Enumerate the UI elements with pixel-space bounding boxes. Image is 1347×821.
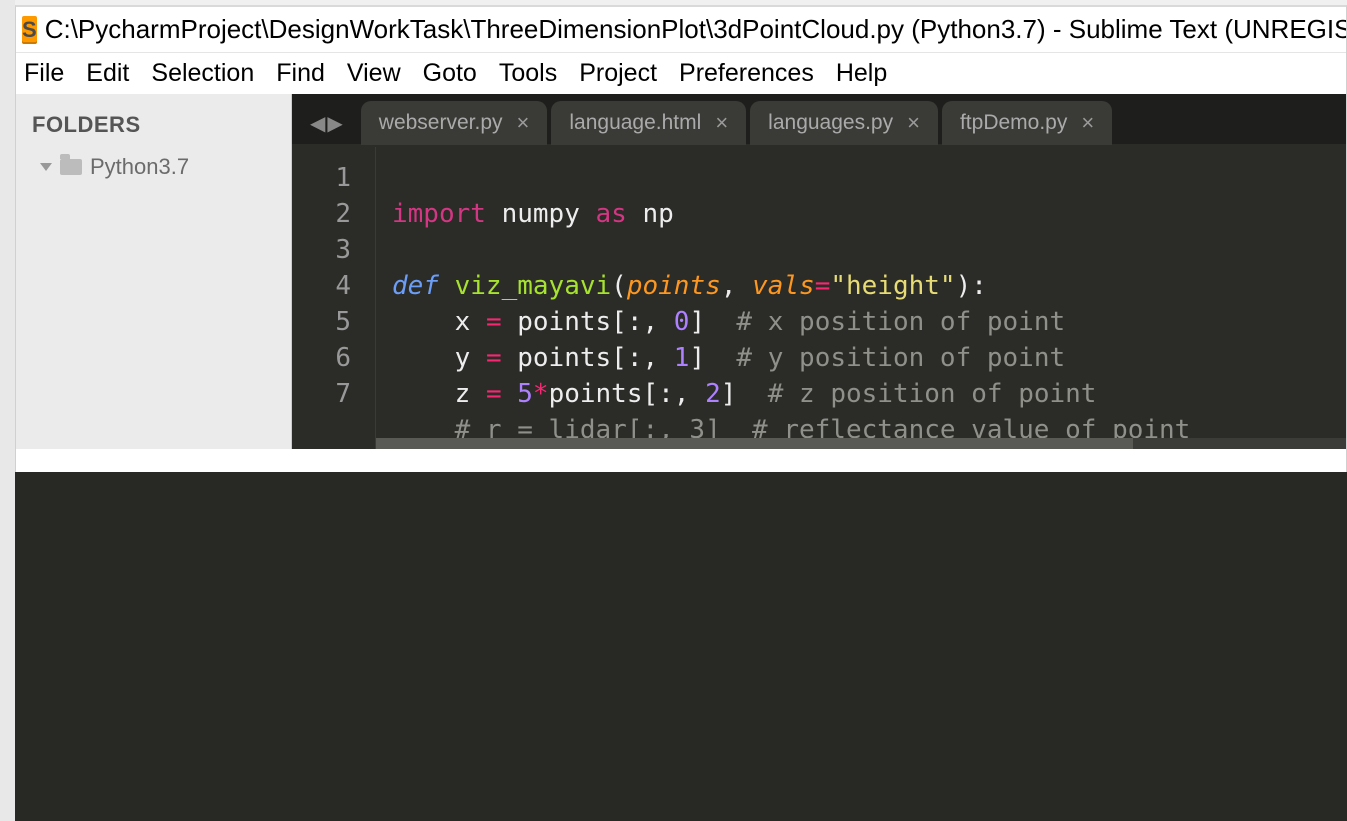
menu-project[interactable]: Project bbox=[579, 59, 657, 88]
folder-icon bbox=[60, 159, 82, 175]
sidebar: FOLDERS Python3.7 bbox=[16, 94, 292, 449]
tab-label: languages.py bbox=[768, 111, 893, 135]
window-title: C:\PycharmProject\DesignWorkTask\ThreeDi… bbox=[45, 14, 1346, 45]
close-icon[interactable]: × bbox=[1081, 110, 1094, 136]
tabbar: ◀ ▶ webserver.py × language.html × langu… bbox=[292, 94, 1346, 144]
menubar: File Edit Selection Find View Goto Tools… bbox=[16, 52, 1346, 94]
tab-label: ftpDemo.py bbox=[960, 111, 1067, 135]
menu-edit[interactable]: Edit bbox=[86, 59, 129, 88]
horizontal-scrollbar[interactable] bbox=[376, 438, 1346, 449]
menu-file[interactable]: File bbox=[24, 59, 64, 88]
menu-help[interactable]: Help bbox=[836, 59, 887, 88]
window-left-edge bbox=[0, 0, 15, 821]
tab-forward-icon[interactable]: ▶ bbox=[327, 111, 342, 136]
code-content[interactable]: import numpy as np def viz_mayavi(points… bbox=[376, 144, 1346, 449]
titlebar[interactable]: S C:\PycharmProject\DesignWorkTask\Three… bbox=[16, 7, 1346, 52]
line-number: 2 bbox=[292, 196, 351, 232]
menu-tools[interactable]: Tools bbox=[499, 59, 557, 88]
tab-label: webserver.py bbox=[379, 111, 503, 135]
gutter: 1 2 3 4 5 6 7 bbox=[292, 144, 376, 449]
line-number: 3 bbox=[292, 232, 351, 268]
menu-goto[interactable]: Goto bbox=[423, 59, 477, 88]
scrollbar-thumb[interactable] bbox=[376, 438, 1133, 449]
line-number: 5 bbox=[292, 304, 351, 340]
close-icon[interactable]: × bbox=[907, 110, 920, 136]
line-number: 6 bbox=[292, 340, 351, 376]
tab-label: language.html bbox=[569, 111, 701, 135]
menu-selection[interactable]: Selection bbox=[151, 59, 254, 88]
workarea: FOLDERS Python3.7 ◀ ▶ webserver.py × lan… bbox=[16, 94, 1346, 449]
tab-languages-py[interactable]: languages.py × bbox=[750, 101, 938, 145]
code-area[interactable]: 1 2 3 4 5 6 7 import numpy as np def viz… bbox=[292, 144, 1346, 449]
menu-view[interactable]: View bbox=[347, 59, 401, 88]
close-icon[interactable]: × bbox=[715, 110, 728, 136]
folder-root[interactable]: Python3.7 bbox=[32, 154, 275, 180]
menu-preferences[interactable]: Preferences bbox=[679, 59, 814, 88]
close-icon[interactable]: × bbox=[517, 110, 530, 136]
tab-back-icon[interactable]: ◀ bbox=[310, 111, 325, 136]
tab-ftpdemo[interactable]: ftpDemo.py × bbox=[942, 101, 1112, 145]
menu-find[interactable]: Find bbox=[276, 59, 325, 88]
sidebar-title: FOLDERS bbox=[32, 112, 275, 138]
tab-language-html[interactable]: language.html × bbox=[551, 101, 746, 145]
tab-webserver[interactable]: webserver.py × bbox=[361, 101, 548, 145]
line-number: 1 bbox=[292, 160, 351, 196]
line-number: 4 bbox=[292, 268, 351, 304]
app-icon: S bbox=[22, 16, 37, 44]
folder-label: Python3.7 bbox=[90, 154, 189, 180]
chevron-down-icon bbox=[40, 163, 52, 171]
console-panel[interactable] bbox=[15, 472, 1347, 821]
editor-pane: ◀ ▶ webserver.py × language.html × langu… bbox=[292, 94, 1346, 449]
line-number: 7 bbox=[292, 376, 351, 412]
tab-nav: ◀ ▶ bbox=[302, 111, 361, 144]
